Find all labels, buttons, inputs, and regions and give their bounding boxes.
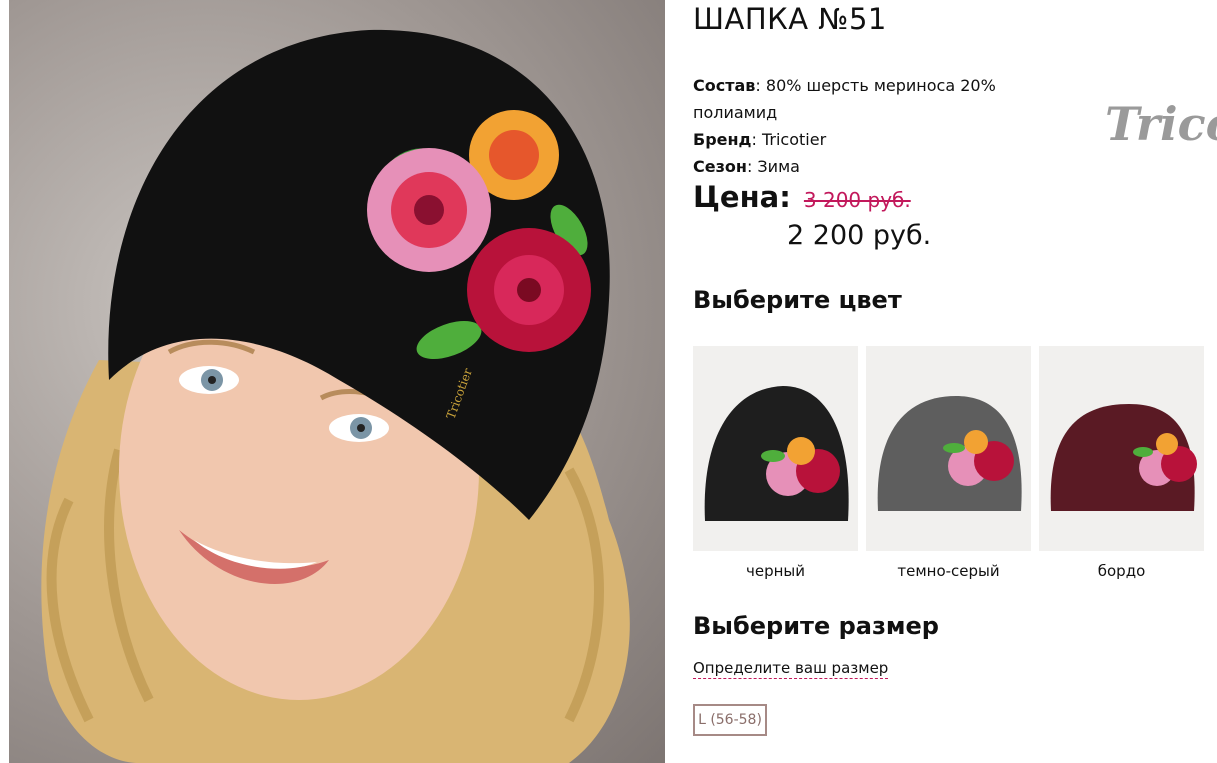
hat-dark-gray-image [877, 396, 1022, 511]
hat-black-image [704, 386, 849, 521]
spec-season-label: Сезон [693, 157, 747, 176]
spec-brand-value: Tricotier [761, 130, 827, 149]
price-label: Цена [693, 180, 780, 214]
color-label: темно-серый [897, 562, 1000, 580]
model-wearing-hat-illustration: Tricotier [41, 29, 630, 763]
spec-composition: Состав: 80% шерсть мериноса 20% полиамид [693, 76, 996, 122]
svg-text:Trico: Trico [1105, 97, 1217, 151]
old-price: 3 200 руб. [803, 188, 911, 212]
size-guide-link[interactable]: Определите ваш размер [693, 659, 889, 679]
color-option-burgundy[interactable]: бордо [1039, 346, 1204, 580]
product-title: ШАПКА №51 [693, 2, 887, 36]
color-thumbnail [693, 346, 858, 551]
price-row: Цена: 3 200 руб. [693, 180, 911, 214]
size-option-l[interactable]: L (56-58) [693, 704, 767, 736]
product-photo: Tricotier [9, 0, 665, 763]
hat-burgundy-image [1050, 404, 1197, 511]
color-label: черный [745, 562, 805, 580]
spec-season: Сезон: Зима [693, 157, 800, 176]
spec-brand: Бренд: Tricotier [693, 130, 827, 149]
color-label: бордо [1097, 562, 1146, 580]
brand-logo-image: Trico [1105, 97, 1217, 151]
color-option-dark-gray[interactable]: темно-серый [866, 346, 1031, 580]
color-heading: Выберите цвет [693, 286, 902, 314]
current-price: 2 200 руб. [787, 220, 932, 251]
color-option-black[interactable]: черный [693, 346, 858, 580]
color-thumbnail [1039, 346, 1204, 551]
brand-logo: Trico [1103, 88, 1217, 162]
spec-composition-label: Состав [693, 76, 756, 95]
size-heading: Выберите размер [693, 612, 939, 640]
color-thumbnail [866, 346, 1031, 551]
spec-brand-label: Бренд [693, 130, 752, 149]
spec-season-value: Зима [757, 157, 800, 176]
product-specs: Состав: 80% шерсть мериноса 20% полиамид… [693, 72, 1023, 180]
